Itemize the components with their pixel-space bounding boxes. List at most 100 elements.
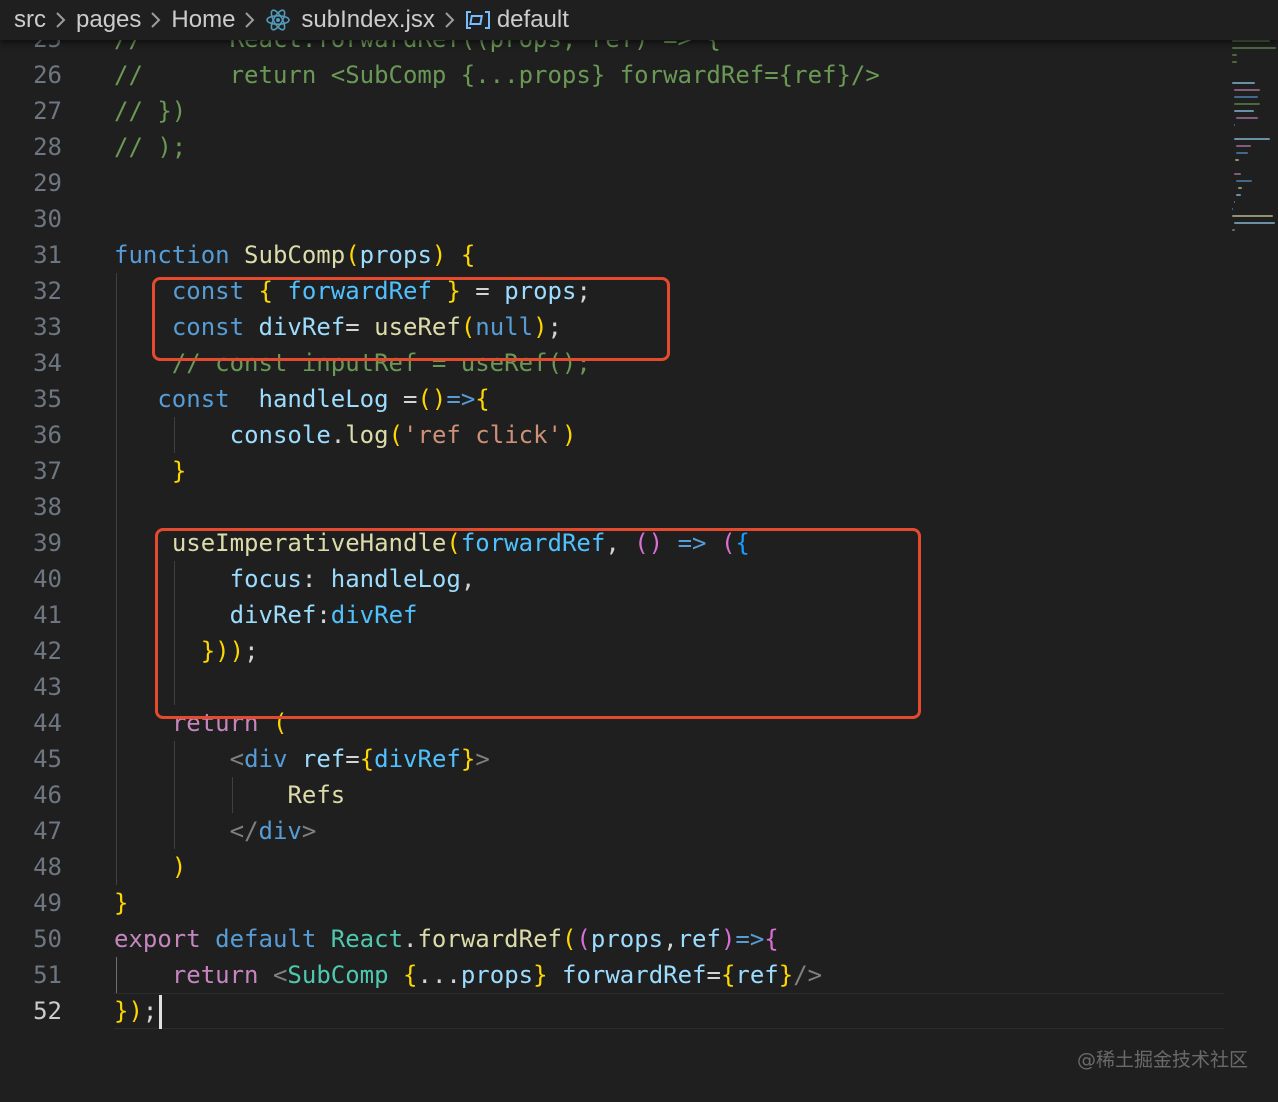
code-text: const { forwardRef } = props;	[171, 277, 591, 305]
code-line[interactable]: 36 console.log('ref click')	[0, 417, 1230, 453]
code-line[interactable]: 40 focus: handleLog,	[0, 561, 1230, 597]
minimap-line	[1234, 138, 1270, 140]
code-line[interactable]: 30	[0, 201, 1230, 237]
code-line[interactable]: 35 const handleLog =()=>{	[0, 381, 1230, 417]
code-text: console.log('ref click')	[229, 421, 577, 449]
code-text: }));	[200, 637, 259, 665]
line-number: 42	[33, 637, 62, 665]
breadcrumb-item-src[interactable]: src	[14, 6, 46, 34]
minimap-line	[1232, 61, 1237, 63]
code-text: });	[114, 997, 158, 1025]
code-line[interactable]: 28 // );	[0, 129, 1230, 165]
code-line[interactable]: 29	[0, 165, 1230, 201]
code-text: divRef:divRef	[229, 601, 418, 629]
code-line[interactable]: 49}	[0, 885, 1230, 921]
line-number: 48	[33, 853, 62, 881]
code-line[interactable]: 42 }));	[0, 633, 1230, 669]
code-editor[interactable]: 25// React.forwardRef((props, ref) => {2…	[0, 21, 1230, 1061]
line-number: 38	[33, 493, 62, 521]
line-number: 27	[33, 97, 62, 125]
minimap-line	[1232, 40, 1270, 42]
code-line[interactable]: 52});	[0, 993, 1230, 1029]
line-number: 39	[33, 529, 62, 557]
code-line[interactable]: 38	[0, 489, 1230, 525]
line-number: 51	[33, 961, 62, 989]
minimap[interactable]	[1230, 40, 1278, 260]
code-text: const handleLog =()=>{	[157, 385, 490, 413]
line-number: 47	[33, 817, 62, 845]
current-line-highlight	[114, 993, 1224, 1029]
code-text: useImperativeHandle(forwardRef, () => ({	[171, 529, 750, 557]
chevron-right-icon	[243, 9, 257, 31]
code-line[interactable]: 50 export default React.forwardRef((props…	[0, 921, 1230, 957]
symbol-variable-icon	[465, 9, 491, 31]
indent-guide	[174, 741, 175, 849]
minimap-line	[1236, 117, 1258, 119]
code-text: // );	[114, 133, 187, 161]
line-number: 50	[33, 925, 62, 953]
line-number: 31	[33, 241, 62, 269]
code-line[interactable]: 32 const { forwardRef } = props;	[0, 273, 1230, 309]
code-text: return (	[171, 709, 288, 737]
chevron-right-icon	[54, 9, 68, 31]
minimap-line	[1232, 47, 1276, 49]
react-icon	[265, 8, 291, 32]
code-line[interactable]: 47 </div>	[0, 813, 1230, 849]
code-line[interactable]: 39 useImperativeHandle(forwardRef, () =>…	[0, 525, 1230, 561]
code-line[interactable]: 27 // })	[0, 93, 1230, 129]
minimap-line	[1234, 173, 1242, 175]
line-number: 34	[33, 349, 62, 377]
minimap-line	[1234, 96, 1259, 98]
text-cursor	[159, 995, 163, 1029]
code-text: function SubComp(props) {	[114, 241, 476, 269]
minimap-line	[1234, 201, 1235, 203]
line-number: 41	[33, 601, 62, 629]
line-number: 33	[33, 313, 62, 341]
code-line[interactable]: 46 Refs	[0, 777, 1230, 813]
chevron-right-icon	[149, 9, 163, 31]
line-number: 45	[33, 745, 62, 773]
line-number: 32	[33, 277, 62, 305]
minimap-line	[1238, 187, 1242, 189]
line-number: 40	[33, 565, 62, 593]
line-number: 37	[33, 457, 62, 485]
minimap-line	[1232, 54, 1237, 56]
indent-guide	[116, 273, 117, 885]
minimap-line	[1232, 82, 1255, 84]
code-line[interactable]: 44 return (	[0, 705, 1230, 741]
minimap-line	[1232, 215, 1274, 217]
minimap-line	[1232, 229, 1235, 231]
line-number: 35	[33, 385, 62, 413]
line-number: 28	[33, 133, 62, 161]
indent-guide	[174, 417, 175, 453]
code-text: }	[171, 457, 187, 485]
code-text: Refs	[287, 781, 346, 809]
code-text: const divRef= useRef(null);	[171, 313, 562, 341]
breadcrumb-item-default[interactable]: default	[497, 6, 569, 34]
line-number: 46	[33, 781, 62, 809]
code-line[interactable]: 37 }	[0, 453, 1230, 489]
code-line[interactable]: 48 )	[0, 849, 1230, 885]
code-line[interactable]: 45 <div ref={divRef}>	[0, 741, 1230, 777]
breadcrumb-item-home[interactable]: Home	[171, 6, 235, 34]
line-number: 44	[33, 709, 62, 737]
code-text: </div>	[229, 817, 317, 845]
code-line[interactable]: 33 const divRef= useRef(null);	[0, 309, 1230, 345]
code-line[interactable]: 41 divRef:divRef	[0, 597, 1230, 633]
breadcrumb-item-pages[interactable]: pages	[76, 6, 141, 34]
minimap-line	[1236, 180, 1253, 182]
code-line[interactable]: 51 return <SubComp {...props} forwardRef…	[0, 957, 1230, 993]
minimap-line	[1233, 110, 1255, 112]
code-line[interactable]: 34 // const inputRef = useRef();	[0, 345, 1230, 381]
code-line[interactable]: 31 function SubComp(props) {	[0, 237, 1230, 273]
watermark: @稀土掘金技术社区	[1076, 1049, 1248, 1071]
breadcrumb-item-file[interactable]: subIndex.jsx	[301, 6, 434, 34]
code-text: return <SubComp {...props} forwardRef={r…	[171, 961, 823, 989]
indent-guide	[116, 957, 117, 993]
line-number: 30	[33, 205, 62, 233]
minimap-line	[1234, 89, 1261, 91]
code-line[interactable]: 26 // return <SubComp {...props} forwardR…	[0, 57, 1230, 93]
code-text: focus: handleLog,	[229, 565, 476, 593]
code-text: <div ref={divRef}>	[229, 745, 490, 773]
code-line[interactable]: 43	[0, 669, 1230, 705]
